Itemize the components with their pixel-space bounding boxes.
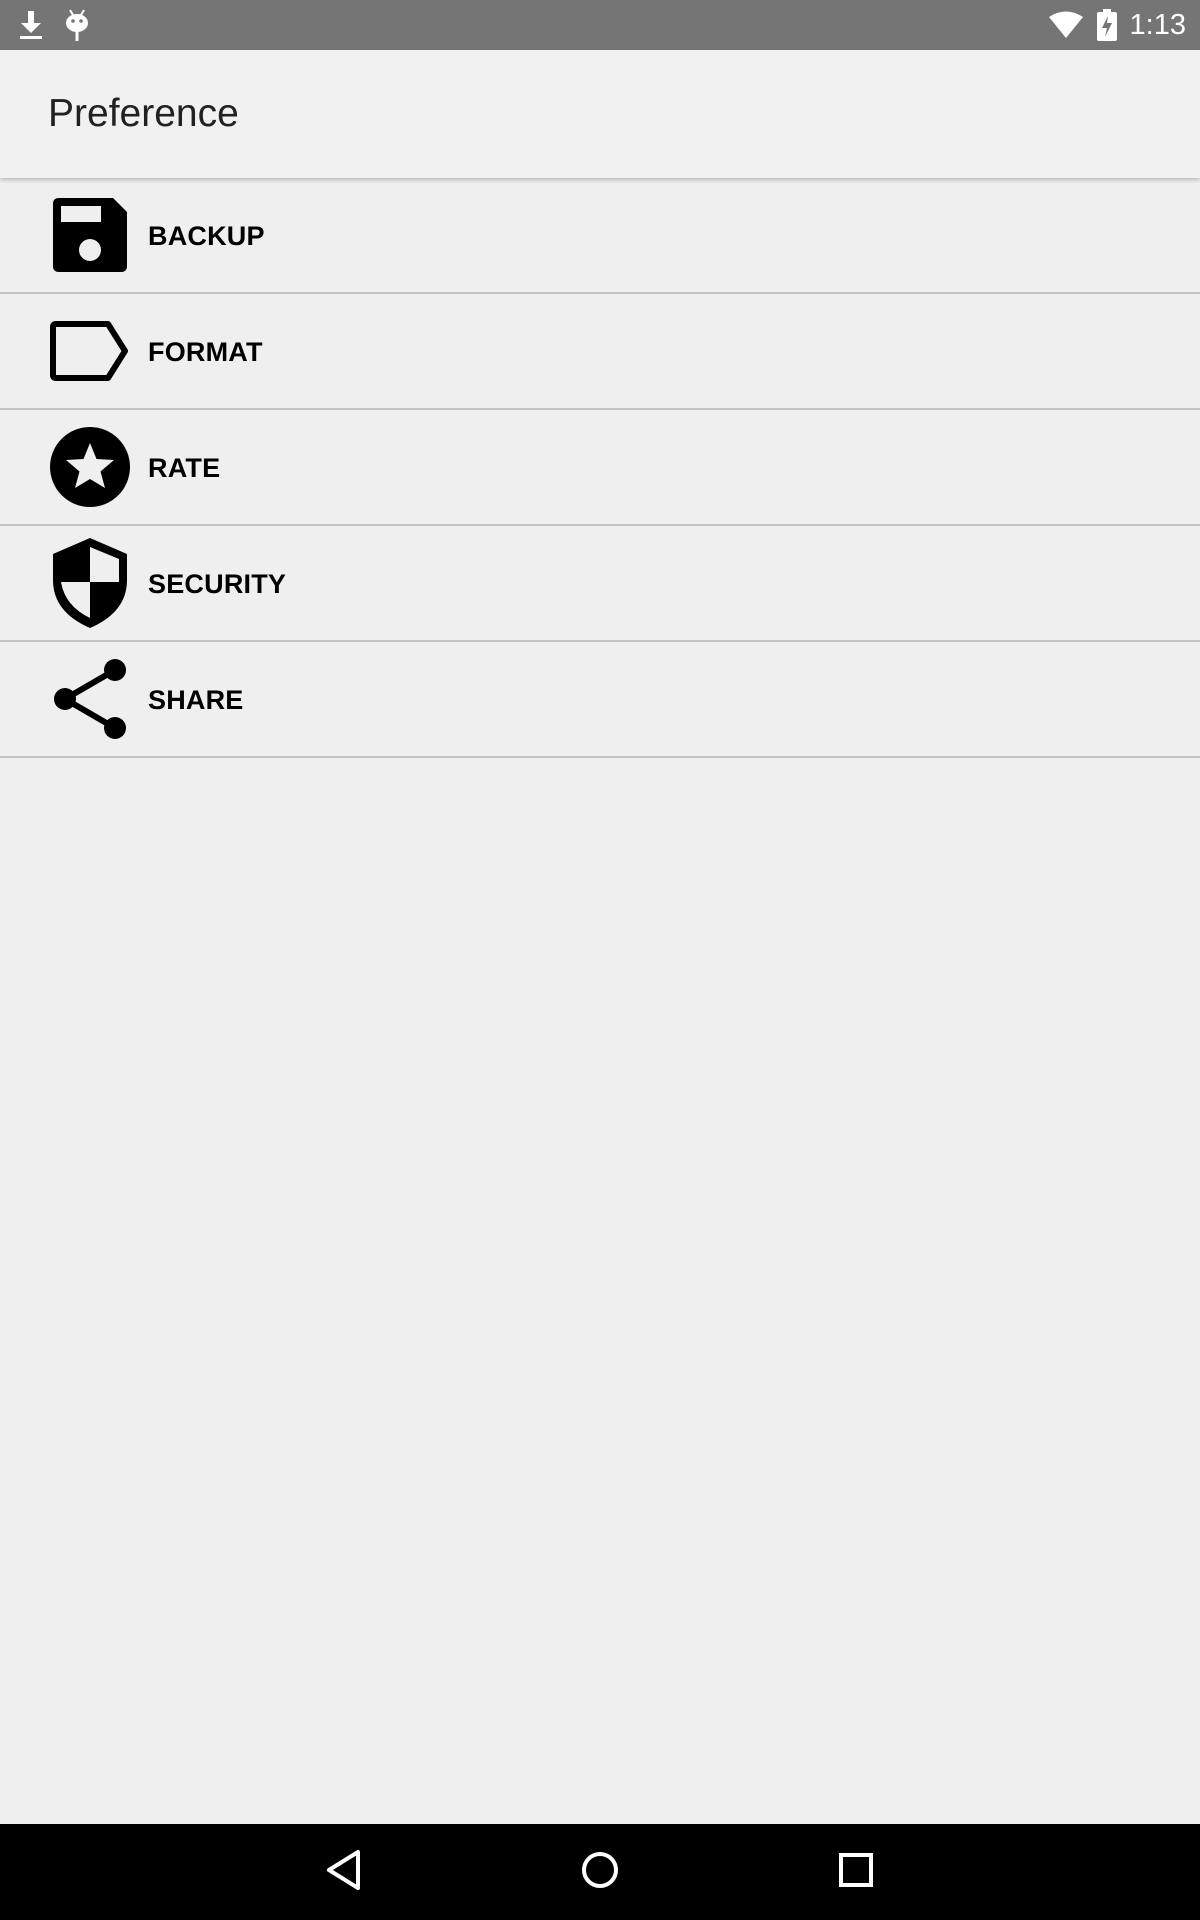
home-button[interactable] xyxy=(552,1824,648,1920)
preference-label: BACKUP xyxy=(148,220,265,251)
page-title: Preference xyxy=(48,92,239,135)
preference-label: FORMAT xyxy=(148,336,263,367)
preference-item-format[interactable]: FORMAT xyxy=(0,294,1200,410)
recents-button[interactable] xyxy=(808,1824,904,1920)
status-bar: 1:13 xyxy=(0,0,1200,50)
android-icon xyxy=(64,8,90,42)
star-circle-icon xyxy=(48,425,132,509)
download-icon xyxy=(18,9,44,41)
status-left-icons xyxy=(18,0,90,50)
status-time: 1:13 xyxy=(1129,8,1186,41)
preference-item-security[interactable]: SECURITY xyxy=(0,526,1200,642)
preference-item-rate[interactable]: RATE xyxy=(0,410,1200,526)
back-icon xyxy=(324,1848,364,1897)
label-tag-icon xyxy=(48,309,132,393)
recents-icon xyxy=(838,1852,874,1893)
shield-icon xyxy=(48,538,132,628)
app-bar: Preference xyxy=(0,50,1200,178)
status-right: 1:13 xyxy=(1048,0,1186,50)
preference-label: SHARE xyxy=(148,684,244,715)
preference-label: SECURITY xyxy=(148,568,287,599)
floppy-disk-icon xyxy=(48,193,132,277)
wifi-icon xyxy=(1048,11,1084,39)
preference-label: RATE xyxy=(148,452,221,483)
preference-item-share[interactable]: SHARE xyxy=(0,642,1200,758)
navigation-bar xyxy=(0,1824,1200,1920)
preference-item-backup[interactable]: BACKUP xyxy=(0,178,1200,294)
battery-charging-icon xyxy=(1096,9,1118,41)
share-icon xyxy=(48,657,132,741)
preference-list: BACKUP FORMAT RATE SECURITY SHARE xyxy=(0,178,1200,758)
back-button[interactable] xyxy=(296,1824,392,1920)
home-icon xyxy=(580,1850,620,1895)
